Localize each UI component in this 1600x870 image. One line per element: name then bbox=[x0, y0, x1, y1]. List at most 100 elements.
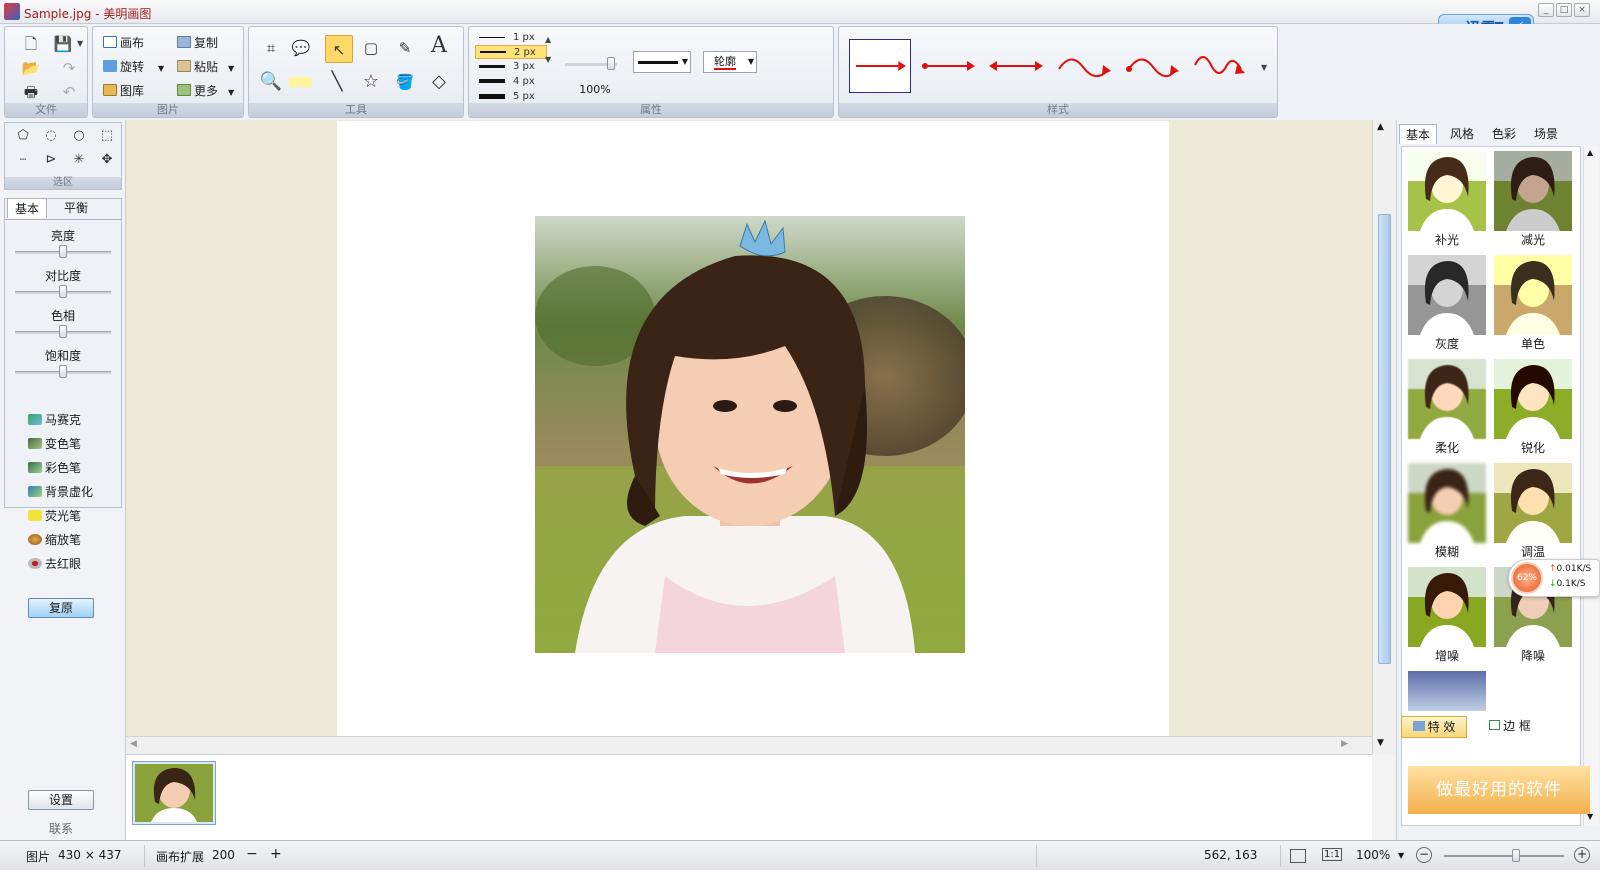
outline-dropdown[interactable]: 轮廓 ▼ bbox=[703, 51, 757, 73]
width-scroll-up-icon[interactable]: ▲ bbox=[545, 35, 551, 44]
pencil-icon[interactable]: ✎ bbox=[393, 37, 417, 59]
effect-thumb[interactable]: 调温 bbox=[1494, 463, 1572, 563]
tab-basic-effects[interactable]: 基本 bbox=[1399, 124, 1437, 144]
zoom-dropdown-icon[interactable]: ▼ bbox=[1398, 851, 1404, 860]
styles-more-icon[interactable]: ▼ bbox=[1261, 63, 1267, 72]
ellipse-select-icon[interactable]: ○ bbox=[67, 125, 91, 147]
rect-select-icon[interactable]: ⬚ bbox=[95, 125, 119, 147]
canvas-menu[interactable]: 画布 bbox=[103, 33, 144, 53]
tool-red-eye[interactable]: 去红眼 bbox=[28, 554, 81, 574]
effect-thumb[interactable]: 锐化 bbox=[1494, 359, 1572, 459]
photo-image[interactable] bbox=[535, 216, 965, 653]
minimize-button[interactable]: _ bbox=[1538, 3, 1554, 17]
copy-menu[interactable]: 复制 bbox=[177, 33, 218, 53]
crop-icon[interactable]: ⌗ bbox=[259, 37, 283, 59]
open-folder-icon[interactable]: 📂 bbox=[19, 57, 43, 79]
tool-zoom-pen[interactable]: 缩放笔 bbox=[28, 530, 81, 550]
scrollbar-thumb[interactable] bbox=[1378, 214, 1391, 664]
settings-button[interactable]: 设置 bbox=[28, 790, 94, 810]
zoom-slider-knob[interactable] bbox=[1512, 849, 1520, 862]
lasso-icon[interactable]: ◌ bbox=[39, 125, 63, 147]
brightness-knob[interactable] bbox=[59, 245, 67, 258]
effect-thumb[interactable]: 柔化 bbox=[1408, 359, 1486, 459]
line-width-1px[interactable]: 1 px bbox=[475, 31, 547, 45]
text-tool-icon[interactable]: A bbox=[427, 35, 451, 57]
tool-highlighter[interactable]: 荧光笔 bbox=[28, 506, 81, 526]
freeform-select-icon[interactable]: ⊳ bbox=[39, 149, 63, 171]
save-icon[interactable]: 💾 bbox=[51, 33, 75, 55]
zoom-slider-track[interactable] bbox=[1444, 855, 1564, 857]
effect-thumb[interactable]: 减光 bbox=[1494, 151, 1572, 251]
polygon-lasso-icon[interactable]: ⬠ bbox=[11, 125, 35, 147]
style-arrow-wave[interactable] bbox=[1053, 39, 1115, 93]
effect-thumb[interactable]: 补光 bbox=[1408, 151, 1486, 251]
line-style-dropdown[interactable]: ▼ bbox=[633, 51, 691, 73]
restore-button[interactable]: 复原 bbox=[28, 598, 94, 618]
network-monitor[interactable]: 62% ↑0.01K/S ↓0.1K/S bbox=[1508, 559, 1600, 597]
tool-color-pen[interactable]: 彩色笔 bbox=[28, 458, 81, 478]
save-dropdown-icon[interactable]: ▼ bbox=[77, 39, 83, 48]
canvas-vertical-scrollbar[interactable]: ▲ ▼ bbox=[1372, 120, 1396, 754]
close-button[interactable]: × bbox=[1574, 3, 1590, 17]
line-select-icon[interactable]: ┄ bbox=[11, 149, 35, 171]
canvas-extend-minus[interactable]: − bbox=[246, 846, 258, 862]
scroll-up-icon[interactable]: ▲ bbox=[1377, 122, 1384, 132]
style-arrow-right[interactable] bbox=[849, 39, 911, 93]
actual-size-icon[interactable]: 1:1 bbox=[1322, 848, 1343, 861]
tool-mosaic[interactable]: 马赛克 bbox=[28, 410, 81, 430]
tab-color[interactable]: 色彩 bbox=[1485, 124, 1523, 144]
tool-color-change-pen[interactable]: 变色笔 bbox=[28, 434, 81, 454]
effect-thumb[interactable]: 模糊 bbox=[1408, 463, 1486, 563]
effect-thumb[interactable]: 增噪 bbox=[1408, 567, 1486, 667]
shape-frame-icon[interactable]: ▢ bbox=[359, 37, 383, 59]
eraser-icon[interactable]: ◇ bbox=[427, 71, 451, 93]
effects-scroll-up-icon[interactable]: ▲ bbox=[1587, 148, 1593, 157]
effect-thumb[interactable]: 单色 bbox=[1494, 255, 1572, 355]
contact-link[interactable]: 联系 bbox=[28, 820, 94, 837]
tab-balance[interactable]: 平衡 bbox=[51, 198, 101, 218]
line-width-3px[interactable]: 3 px bbox=[475, 60, 547, 74]
magic-wand-icon[interactable]: ✳ bbox=[67, 149, 91, 171]
rotate-menu[interactable]: 旋转 ▼ bbox=[103, 57, 164, 77]
tab-scene[interactable]: 场景 bbox=[1527, 124, 1565, 144]
contrast-knob[interactable] bbox=[59, 285, 67, 298]
move-select-icon[interactable]: ✥ bbox=[95, 149, 119, 171]
more-menu[interactable]: 更多 ▼ bbox=[177, 81, 234, 101]
fit-window-icon[interactable] bbox=[1290, 849, 1306, 863]
hue-knob[interactable] bbox=[59, 325, 67, 338]
border-tab-button[interactable]: 边 框 bbox=[1477, 716, 1543, 738]
ad-banner[interactable]: 做最好用的软件 bbox=[1408, 766, 1590, 814]
speech-bubble-icon[interactable]: 💬 bbox=[289, 37, 313, 59]
saturation-knob[interactable] bbox=[59, 365, 67, 378]
line-width-2px[interactable]: 2 px bbox=[475, 45, 547, 59]
redo-icon[interactable]: ↷ bbox=[57, 57, 81, 79]
canvas-horizontal-scrollbar[interactable]: ◀ ▶ bbox=[126, 736, 1372, 754]
zoom-out-icon[interactable]: − bbox=[1416, 847, 1432, 863]
style-arrow-dot[interactable] bbox=[917, 39, 979, 93]
star-icon[interactable]: ☆ bbox=[359, 71, 383, 93]
style-arrow-double[interactable] bbox=[985, 39, 1047, 93]
maximize-button[interactable]: □ bbox=[1556, 3, 1572, 17]
effect-thumb[interactable]: 灰度 bbox=[1408, 255, 1486, 355]
tab-basic[interactable]: 基本 bbox=[7, 198, 47, 218]
effect-thumb-partial[interactable] bbox=[1408, 671, 1486, 711]
undo-icon[interactable]: ↶ bbox=[57, 81, 81, 103]
opacity-slider-knob[interactable] bbox=[607, 57, 615, 70]
effects-tab-button[interactable]: 特 效 bbox=[1401, 716, 1467, 738]
canvas-extend-plus[interactable]: + bbox=[270, 846, 282, 862]
fill-bucket-icon[interactable]: 🪣 bbox=[393, 71, 417, 93]
filmstrip-thumbnail[interactable] bbox=[132, 761, 216, 825]
new-file-icon[interactable]: 🗋 bbox=[19, 33, 43, 55]
arrow-tool-icon[interactable]: ↖ bbox=[325, 35, 353, 63]
width-scroll-down-icon[interactable]: ▼ bbox=[545, 55, 551, 64]
line-tool-icon[interactable]: ╲ bbox=[325, 71, 349, 93]
style-arrow-curl[interactable] bbox=[1189, 39, 1251, 93]
scroll-left-icon[interactable]: ◀ bbox=[130, 739, 137, 749]
paste-menu[interactable]: 粘贴 ▼ bbox=[177, 57, 234, 77]
style-arrow-wave-dot[interactable] bbox=[1121, 39, 1183, 93]
zoom-in-icon[interactable]: + bbox=[1574, 847, 1590, 863]
line-width-5px[interactable]: 5 px bbox=[475, 90, 547, 104]
scroll-right-icon[interactable]: ▶ bbox=[1341, 739, 1348, 749]
print-icon[interactable]: 🖶 bbox=[19, 81, 43, 103]
highlighter-icon[interactable] bbox=[289, 77, 311, 87]
